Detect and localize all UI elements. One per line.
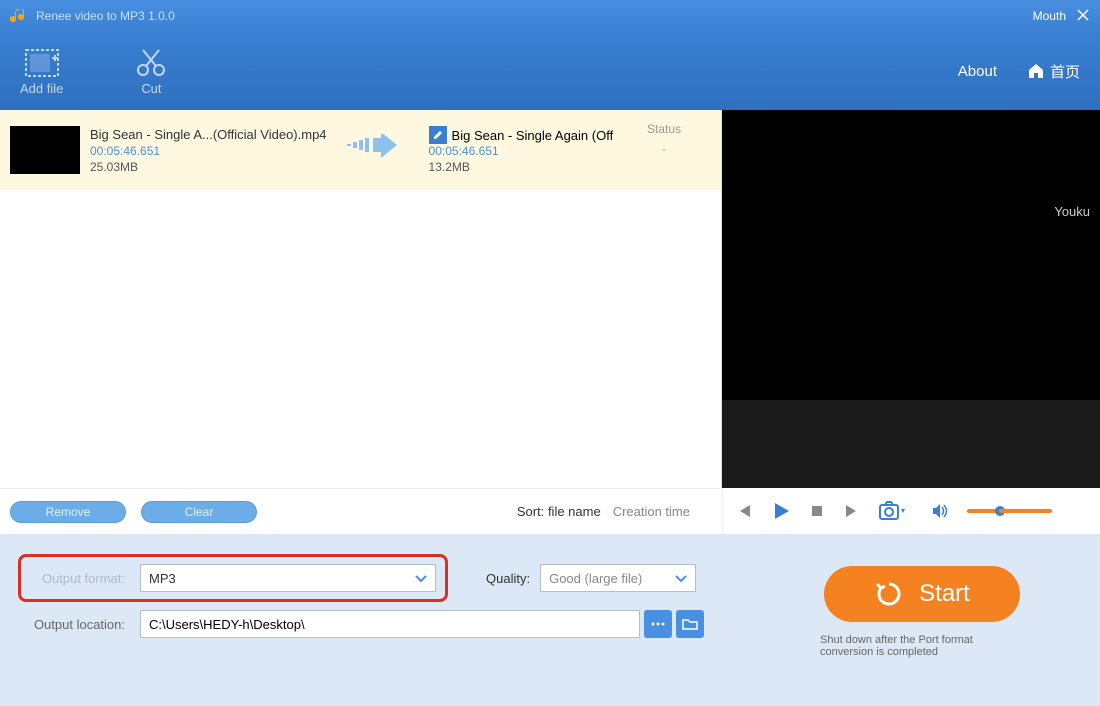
output-path-input[interactable]: C:\Users\HEDY-h\Desktop\ xyxy=(140,610,640,638)
file-list: Big Sean - Single A...(Official Video).m… xyxy=(0,110,722,488)
start-button[interactable]: Start xyxy=(824,566,1020,622)
settings-panel: Output format: MP3 Quality: Good (large … xyxy=(0,534,1100,706)
next-button[interactable] xyxy=(843,502,861,520)
snapshot-button[interactable] xyxy=(879,501,905,521)
list-controls: Remove Clear Sort: file name Creation ti… xyxy=(0,488,722,534)
app-title: Renee video to MP3 1.0.0 xyxy=(36,9,1023,23)
prev-button[interactable] xyxy=(735,502,753,520)
volume-icon[interactable] xyxy=(931,502,949,520)
add-file-label: Add file xyxy=(20,81,63,96)
titlebar: Renee video to MP3 1.0.0 Mouth xyxy=(0,0,1100,32)
output-duration: 00:05:46.651 xyxy=(429,144,614,158)
player-controls xyxy=(722,488,1100,534)
status-header: Status xyxy=(647,122,681,136)
input-duration: 00:05:46.651 xyxy=(90,144,327,158)
close-icon[interactable] xyxy=(1076,8,1090,25)
file-row[interactable]: Big Sean - Single A...(Official Video).m… xyxy=(0,110,721,190)
cut-button[interactable]: Cut xyxy=(133,47,169,96)
add-file-icon xyxy=(24,47,60,79)
output-size: 13.2MB xyxy=(429,160,614,174)
input-file-name: Big Sean - Single A...(Official Video).m… xyxy=(90,127,327,142)
header-toolbar: Add file Cut About 首页 xyxy=(0,32,1100,110)
add-file-button[interactable]: Add file xyxy=(20,47,63,96)
chevron-down-icon xyxy=(675,571,687,586)
play-button[interactable] xyxy=(771,501,791,521)
quality-dropdown[interactable]: Good (large file) xyxy=(540,564,696,592)
about-link[interactable]: About xyxy=(958,63,997,80)
youku-watermark: Youku xyxy=(1054,204,1090,219)
home-link[interactable]: 首页 xyxy=(1027,61,1080,82)
sort-creation-time[interactable]: Creation time xyxy=(613,504,690,519)
cut-icon xyxy=(133,47,169,79)
remove-button[interactable]: Remove xyxy=(10,501,126,523)
output-file-name: Big Sean - Single Again (Off xyxy=(452,128,614,143)
video-preview[interactable]: Youku xyxy=(722,192,1100,400)
format-dropdown[interactable]: MP3 xyxy=(140,564,436,592)
refresh-icon xyxy=(874,579,904,609)
chevron-down-icon xyxy=(415,571,427,586)
conversion-arrow-icon xyxy=(347,134,399,167)
quality-label: Quality: xyxy=(486,571,530,586)
browse-folder-button[interactable] xyxy=(676,610,704,638)
mouth-label: Mouth xyxy=(1033,9,1066,23)
clear-button[interactable]: Clear xyxy=(141,501,257,523)
status-value: - xyxy=(647,142,681,156)
shutdown-checkbox-label[interactable]: Shut down after the Port format conversi… xyxy=(820,634,1020,658)
path-more-button[interactable] xyxy=(644,610,672,638)
stop-button[interactable] xyxy=(809,503,825,519)
video-thumbnail xyxy=(10,126,80,174)
home-icon xyxy=(1027,62,1045,80)
location-label: Output location: xyxy=(20,617,140,632)
edit-icon[interactable] xyxy=(429,126,447,144)
home-label: 首页 xyxy=(1050,61,1080,82)
cut-label: Cut xyxy=(141,81,161,96)
preview-panel: Youku xyxy=(722,110,1100,488)
format-label: Output format: xyxy=(20,571,140,586)
volume-slider[interactable] xyxy=(967,509,1052,513)
input-size: 25.03MB xyxy=(90,160,327,174)
app-icon xyxy=(10,7,28,25)
sort-label: Sort: file name xyxy=(517,504,601,519)
